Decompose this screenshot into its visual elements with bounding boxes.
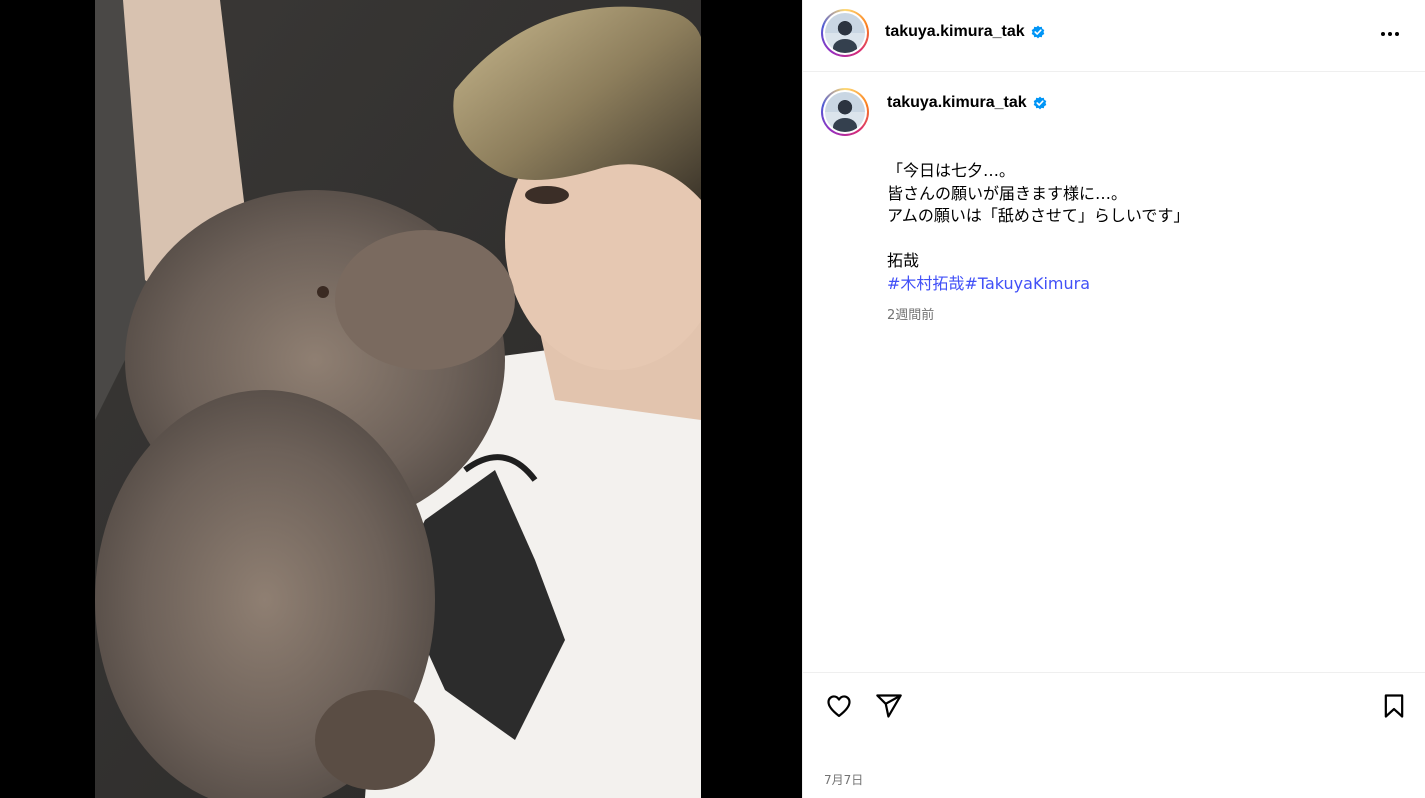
caption-block: takuya.kimura_tak 「今日は七夕…。 皆さんの願いが届きます様に… <box>803 72 1425 672</box>
paper-plane-icon <box>876 694 902 718</box>
author-username-link[interactable]: takuya.kimura_tak <box>885 23 1046 41</box>
caption-username[interactable]: takuya.kimura_tak <box>887 94 1027 112</box>
caption-line: アムの願いは「舐めさせて」らしいです」 <box>887 206 1190 225</box>
caption-author-avatar[interactable] <box>821 88 869 136</box>
caption-username-link[interactable]: takuya.kimura_tak <box>887 94 1048 112</box>
post-side-panel: takuya.kimura_tak takuya.kimura_tak 「今日は… <box>802 0 1425 798</box>
photo-illustration <box>95 0 701 798</box>
caption-line <box>887 228 1387 251</box>
more-dot <box>1395 32 1399 36</box>
post-actions: 7月7日 <box>803 672 1425 798</box>
hashtag-link[interactable]: #TakuyaKimura <box>964 274 1090 293</box>
post-header: takuya.kimura_tak <box>803 0 1425 72</box>
hashtag-link[interactable]: #木村拓哉 <box>887 274 964 293</box>
caption-line: 「今日は七夕…。 <box>887 161 1016 180</box>
bookmark-icon <box>1384 694 1404 718</box>
share-button[interactable] <box>872 689 906 723</box>
caption-text: 「今日は七夕…。 皆さんの願いが届きます様に…。 アムの願いは「舐めさせて」らし… <box>887 160 1387 295</box>
more-options-button[interactable] <box>1375 22 1405 46</box>
verified-badge-icon <box>1031 25 1044 39</box>
more-horizontal-icon <box>1381 32 1385 36</box>
caption-timestamp[interactable]: 2週間前 <box>887 304 934 323</box>
like-button[interactable] <box>822 689 856 723</box>
media-pane <box>0 0 802 798</box>
heart-icon <box>827 695 851 718</box>
save-button[interactable] <box>1377 689 1411 723</box>
caption-signature: 拓哉 <box>887 251 920 270</box>
post-photo[interactable] <box>95 0 701 798</box>
post-date[interactable]: 7月7日 <box>824 771 863 788</box>
more-dot <box>1388 32 1392 36</box>
author-username[interactable]: takuya.kimura_tak <box>885 23 1025 41</box>
caption-hashtags: #木村拓哉#TakuyaKimura <box>887 273 1387 296</box>
caption-line: 皆さんの願いが届きます様に…。 <box>887 183 1128 203</box>
author-avatar[interactable] <box>821 9 869 57</box>
verified-badge-icon <box>1033 96 1046 110</box>
